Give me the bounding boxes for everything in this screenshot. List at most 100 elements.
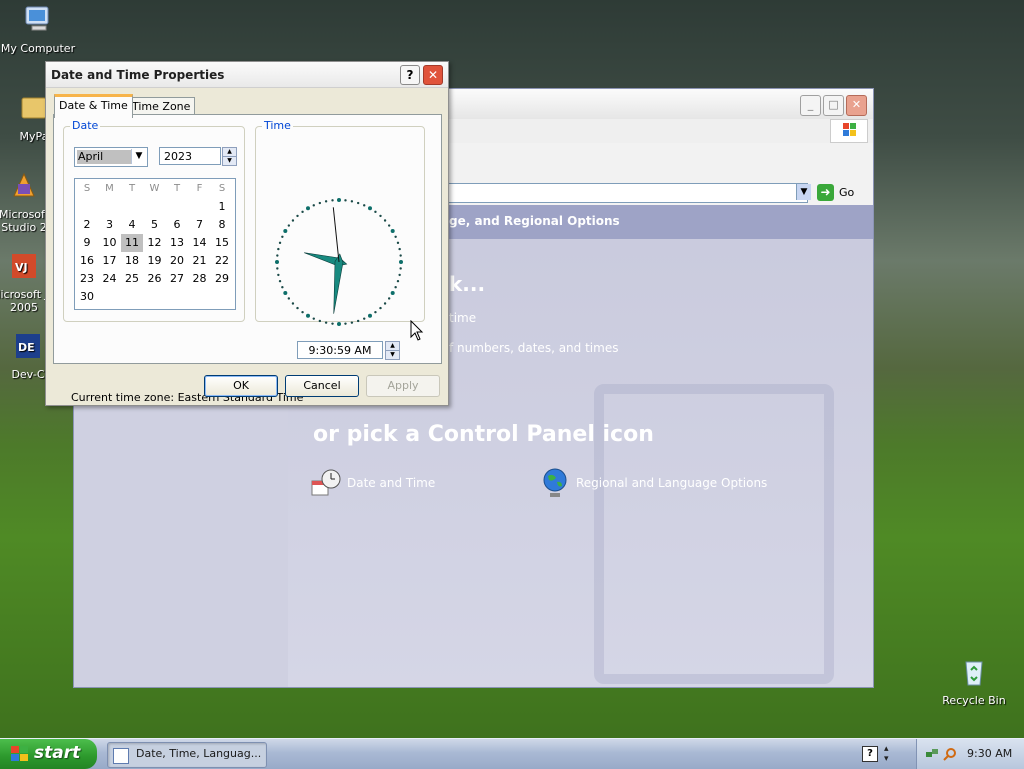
clock-tick — [301, 210, 304, 214]
network-icon[interactable] — [925, 747, 939, 761]
calendar-day[interactable]: 14 — [189, 234, 211, 252]
clock-tick — [387, 224, 391, 227]
calendar-day[interactable]: 3 — [99, 216, 121, 234]
clock-tick — [296, 306, 299, 310]
svg-text:VJ: VJ — [15, 261, 28, 274]
address-input[interactable] — [444, 183, 808, 203]
desktop-icon-label: Recycle Bin — [942, 694, 1006, 707]
calendar-day[interactable]: 6 — [166, 216, 188, 234]
cancel-button[interactable]: Cancel — [285, 375, 359, 397]
calendar-day[interactable]: 18 — [121, 252, 143, 270]
clock-tick — [390, 291, 395, 295]
jsharp-icon: VJ — [12, 254, 36, 278]
calendar-day[interactable]: 29 — [211, 270, 233, 288]
help-button[interactable]: ? — [400, 65, 420, 85]
calendar-day[interactable]: 21 — [189, 252, 211, 270]
calendar-day[interactable]: 22 — [211, 252, 233, 270]
calendar-day[interactable]: 19 — [144, 252, 166, 270]
pick-task-heading: k... — [449, 272, 486, 296]
task-link-2[interactable]: f numbers, dates, and times — [449, 341, 618, 355]
date-time-link[interactable]: Date and Time — [347, 476, 435, 490]
clock-tick — [350, 200, 354, 203]
clock-tick — [379, 306, 382, 310]
dialog-titlebar[interactable]: Date and Time Properties ? ✕ — [46, 62, 448, 88]
date-time-icon[interactable] — [310, 467, 342, 499]
close-button[interactable]: ✕ — [846, 95, 867, 116]
clock-tick — [291, 302, 295, 305]
start-label: start — [34, 743, 81, 763]
tray-clock[interactable]: 9:30 AM — [967, 747, 1012, 760]
start-button[interactable]: start — [0, 739, 97, 769]
month-select[interactable]: April ▼ — [74, 147, 148, 167]
calendar-day[interactable]: 24 — [99, 270, 121, 288]
calendar-day[interactable]: 20 — [166, 252, 188, 270]
category-header-title: ge, and Regional Options — [449, 214, 620, 228]
calendar-day[interactable]: 28 — [189, 270, 211, 288]
calendar-day[interactable]: 5 — [144, 216, 166, 234]
desktop-icon-label: My Computer — [0, 42, 76, 55]
clock-tick — [337, 322, 341, 326]
clock-tick — [394, 286, 397, 289]
calendar-day[interactable]: 25 — [121, 270, 143, 288]
clock-tick — [281, 235, 284, 238]
go-button[interactable]: ➜ Go — [817, 183, 867, 203]
calendar-day[interactable]: 26 — [144, 270, 166, 288]
calendar-day[interactable]: 30 — [76, 288, 98, 306]
clock-tick — [306, 206, 310, 211]
ok-button[interactable]: OK — [204, 375, 278, 397]
search-icon[interactable] — [943, 747, 957, 761]
clock-tick — [337, 198, 341, 202]
calendar-day[interactable]: 1 — [211, 198, 233, 216]
time-spin-down[interactable]: ▼ — [385, 350, 400, 360]
minimize-button[interactable]: _ — [800, 95, 821, 116]
calendar-day[interactable]: 4 — [121, 216, 143, 234]
dialog-title: Date and Time Properties — [51, 68, 225, 82]
month-value: April — [77, 150, 132, 164]
calendar-day[interactable]: 17 — [99, 252, 121, 270]
clock-tick — [287, 297, 291, 300]
calendar-day[interactable]: 16 — [76, 252, 98, 270]
globe-icon[interactable] — [541, 467, 569, 499]
tab-panel: Date April ▼ 2023 ▲ ▼ S M T W T F S 1 2 3 4 5 6 7 8 9 10… — [53, 114, 442, 404]
year-spin-down[interactable]: ▼ — [222, 156, 237, 166]
calendar-day[interactable]: 10 — [99, 234, 121, 252]
calendar-day[interactable]: 27 — [166, 270, 188, 288]
calendar-day[interactable]: 7 — [189, 216, 211, 234]
calendar-weekday-header: W — [149, 183, 160, 194]
help-language-icon[interactable]: ? — [862, 746, 878, 762]
calendar-day[interactable]: 12 — [144, 234, 166, 252]
calendar-day[interactable]: 9 — [76, 234, 98, 252]
tab-date-time[interactable]: Date & Time — [54, 94, 133, 118]
clock-tick — [331, 322, 334, 325]
taskbar-window-button[interactable]: Date, Time, Languag... — [107, 742, 267, 768]
date-time-properties-dialog[interactable]: Date and Time Properties ? ✕ Date & Time… — [45, 61, 449, 406]
clock-tick — [283, 229, 288, 233]
calendar-grid[interactable]: S M T W T F S 1 2 3 4 5 6 7 8 9 10 11 12 13 14 15 16 17 18 19 20 21… — [74, 178, 236, 310]
calendar-day[interactable]: 8 — [211, 216, 233, 234]
clock-tick — [363, 204, 366, 207]
clock-tick — [399, 254, 402, 257]
clock-tick — [275, 260, 279, 264]
calendar-day[interactable]: 11 — [121, 234, 143, 252]
time-field[interactable]: 9:30:59 AM — [297, 341, 383, 359]
apply-button[interactable]: Apply — [366, 375, 440, 397]
year-field[interactable]: 2023 — [159, 147, 221, 165]
calendar-day[interactable]: 15 — [211, 234, 233, 252]
tray-expand-icon[interactable]: ▴ ▾ — [884, 744, 889, 764]
calendar-weekday-header: M — [105, 183, 114, 194]
clock-tick — [379, 214, 382, 218]
clock-tick — [390, 229, 395, 233]
calendar-day[interactable]: 23 — [76, 270, 98, 288]
calendar-weekday-header: F — [196, 183, 203, 194]
regional-language-link[interactable]: Regional and Language Options — [576, 476, 767, 490]
task-link-1[interactable]: time — [449, 311, 476, 325]
desktop-icon-my-computer[interactable]: My Computer — [0, 4, 78, 55]
chevron-down-icon[interactable]: ▼ — [131, 149, 146, 164]
clock-tick — [383, 302, 387, 305]
calendar-day[interactable]: 2 — [76, 216, 98, 234]
close-button[interactable]: ✕ — [423, 65, 443, 85]
calendar-day[interactable]: 13 — [166, 234, 188, 252]
desktop-icon-recycle-bin[interactable]: Recycle Bin — [934, 656, 1014, 707]
address-dropdown-button[interactable]: ▼ — [796, 184, 811, 200]
maximize-button[interactable]: □ — [823, 95, 844, 116]
